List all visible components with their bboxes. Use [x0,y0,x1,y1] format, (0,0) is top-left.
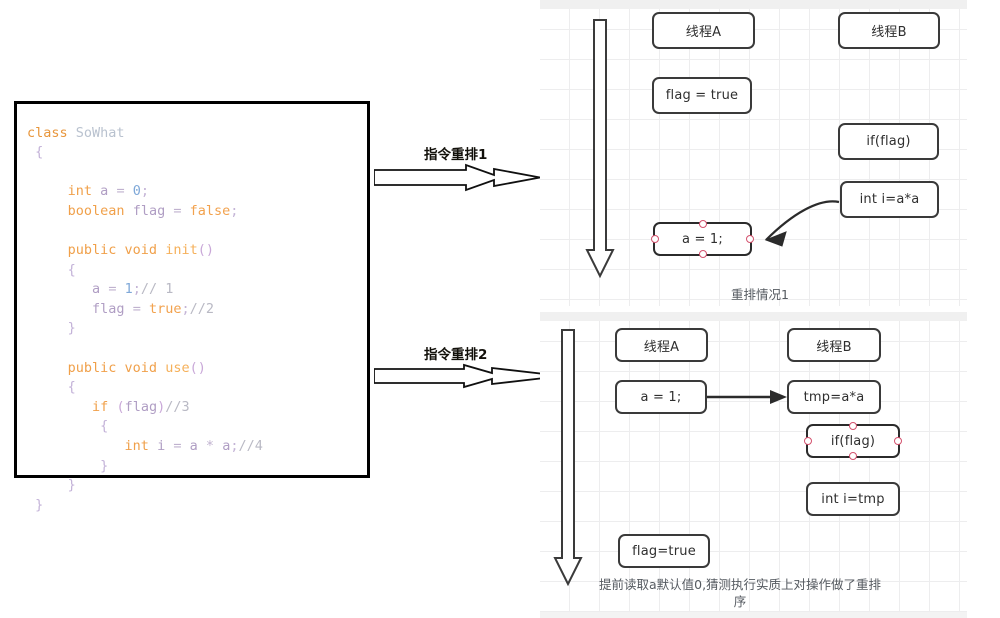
node-label: flag = true [665,88,739,103]
code-line: boolean flag = false; [67,202,239,219]
resize-handle-top[interactable] [698,220,707,228]
node-label: int i=tmp [821,491,885,507]
resize-handle-bottom[interactable] [849,452,857,460]
node-a-assign-1[interactable]: a = 1; [651,220,754,258]
node-label: 线程A [643,339,680,355]
diagram-reorder-case-1: 线程A 线程B flag = true if(flag) int i=a*a a… [540,0,967,306]
code-line: } [100,457,109,474]
resize-handle-right[interactable] [894,437,902,445]
node-a-assign-1[interactable]: a = 1; [615,380,707,414]
node-label: 线程A [685,25,722,40]
node-label: a = 1; [640,389,682,405]
node-thread-b-header[interactable]: 线程B [787,328,881,362]
code-line: flag = true;//2 [92,300,215,317]
panel-top-band [540,0,967,9]
resize-handle-left[interactable] [651,235,659,243]
diagram-2-caption: 提前读取a默认值0,猜测执行实质上对操作做了重排序 [598,577,882,609]
diagram-reorder-case-2: 线程A 线程B a = 1; tmp=a*a if(flag) int i=tm… [540,312,967,618]
node-label: 线程B [871,25,907,40]
code-line: public void init() [67,242,214,259]
node-tmp-equals-a-times-a[interactable]: tmp=a*a [787,380,881,414]
code-panel: class SoWhat { int a = 0; boolean flag =… [14,101,370,513]
node-thread-a-header[interactable]: 线程A [615,328,708,362]
code-line: { [67,261,76,278]
node-label: flag=true [632,543,696,559]
node-thread-b-header[interactable]: 线程B [838,12,940,49]
resize-handle-bottom[interactable] [698,250,707,258]
code-line: if (flag)//3 [92,398,190,415]
code-line: a = 1;// 1 [92,281,174,298]
code-line: int i = a * a;//4 [124,438,263,454]
node-label: int i=a*a [859,192,920,207]
code-listing: class SoWhat { int a = 0; boolean flag =… [27,124,263,516]
node-label: if(flag) [866,134,911,149]
code-line: class SoWhat [27,124,125,141]
arrow-label-reorder-2: 指令重排2 [424,347,488,363]
big-arrow-reorder-2 [374,363,563,389]
panel-top-band [540,312,967,321]
node-label: a = 1; [682,231,723,247]
resize-handle-left[interactable] [804,437,812,445]
node-if-flag[interactable]: if(flag) [804,422,902,460]
node-int-i-equals-a-times-a[interactable]: int i=a*a [840,181,939,218]
code-line: int a = 0; [67,183,150,200]
big-arrow-reorder-1 [374,163,541,192]
node-int-i-equals-tmp[interactable]: int i=tmp [806,482,900,516]
node-flag-true[interactable]: flag=true [618,534,710,568]
node-label: 线程B [816,339,852,355]
resize-handle-top[interactable] [849,422,857,430]
code-line: { [27,144,44,161]
code-line: } [67,320,76,337]
node-if-flag[interactable]: if(flag) [838,123,939,160]
code-line: } [67,477,76,494]
code-line: { [67,379,76,396]
grid-background [540,312,967,618]
arrow-label-reorder-1: 指令重排1 [424,147,488,163]
node-thread-a-header[interactable]: 线程A [652,12,755,49]
resize-handle-right[interactable] [746,235,754,243]
code-line: } [27,496,44,513]
panel-bottom-band [540,612,967,618]
code-line: { [100,418,109,435]
diagram-1-caption: 重排情况1 [731,287,789,302]
node-flag-true[interactable]: flag = true [652,77,752,114]
node-label: if(flag) [830,433,876,449]
code-line: public void use() [67,359,206,376]
node-label: tmp=a*a [803,389,865,405]
